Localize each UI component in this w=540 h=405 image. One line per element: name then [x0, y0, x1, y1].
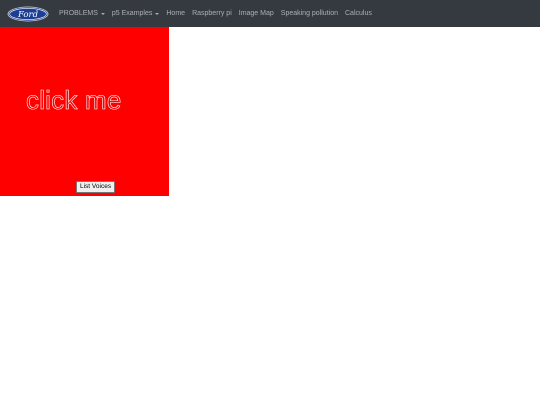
nav-speaking-pollution-label: Speaking pollution: [280, 10, 338, 17]
ford-oval-icon: Ford: [7, 6, 49, 21]
nav-home-label: Home: [166, 10, 186, 17]
caret-down-icon: [100, 12, 105, 15]
list-voices-button[interactable]: List Voices: [76, 181, 116, 193]
click-me-text: click me: [26, 85, 122, 116]
p5-canvas[interactable]: click me: [0, 27, 169, 196]
nav-p5-examples[interactable]: p5 Examples: [111, 0, 160, 27]
nav-items: PROBLEMS p5 Examples Home Raspberry pi I…: [59, 0, 379, 27]
nav-p5-examples-label: p5 Examples: [111, 10, 153, 17]
ford-logo[interactable]: Ford: [7, 6, 49, 22]
nav-image-map[interactable]: Image Map: [239, 0, 274, 27]
caret-down-icon: [155, 12, 160, 15]
ford-logo-text: Ford: [17, 10, 39, 20]
nav-problems[interactable]: PROBLEMS: [59, 0, 105, 27]
navbar: Ford PROBLEMS p5 Examples Home Raspberry…: [0, 0, 540, 27]
nav-problems-label: PROBLEMS: [59, 10, 98, 17]
nav-speaking-pollution[interactable]: Speaking pollution: [281, 0, 338, 27]
nav-raspberry-pi[interactable]: Raspberry pi: [192, 0, 232, 27]
nav-calculus[interactable]: Calculus: [345, 0, 372, 27]
nav-calculus-label: Calculus: [345, 10, 372, 17]
nav-image-map-label: Image Map: [238, 10, 274, 17]
nav-raspberry-pi-label: Raspberry pi: [192, 10, 232, 17]
nav-home[interactable]: Home: [166, 0, 185, 27]
